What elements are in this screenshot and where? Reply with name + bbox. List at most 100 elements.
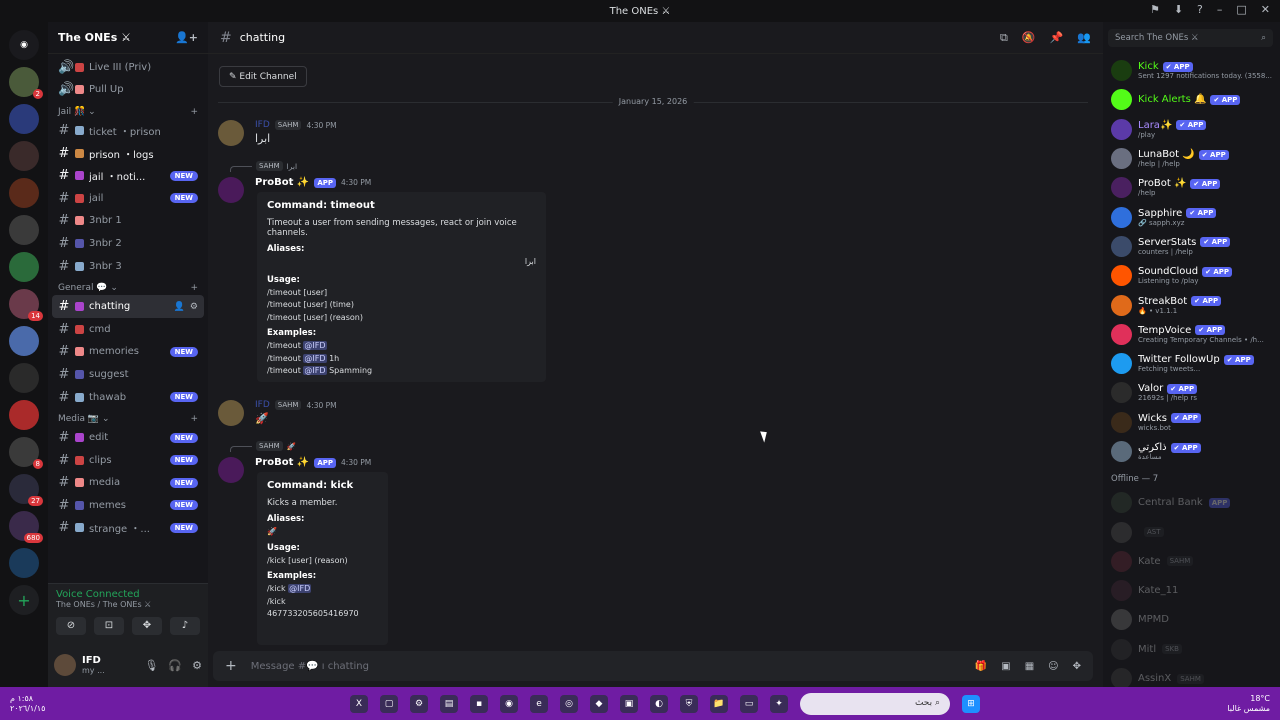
- channel-item[interactable]: 🔊 Pull Up: [52, 79, 204, 102]
- settings-icon[interactable]: ⚙: [410, 694, 428, 713]
- soundboard-button[interactable]: ♪: [170, 617, 200, 635]
- author-name[interactable]: IFD: [255, 400, 270, 410]
- channel-item[interactable]: # media NEW: [52, 472, 204, 495]
- search-input[interactable]: Search The ONEs ⚔ ⌕: [1108, 29, 1273, 47]
- channel-category[interactable]: Jail 🎊 ⌄ +: [52, 101, 204, 119]
- member-item[interactable]: SoundCloud ✔ APP Listening to /play: [1111, 261, 1272, 290]
- message-input[interactable]: Message #💬 ı chatting: [251, 661, 369, 672]
- channel-item[interactable]: # cmd: [52, 318, 204, 341]
- server-icon[interactable]: 14: [9, 289, 43, 321]
- server-icon[interactable]: [9, 326, 39, 356]
- member-item[interactable]: Wicks ✔ APP wicks.bot: [1111, 408, 1272, 437]
- download-icon[interactable]: ⬇: [1174, 3, 1183, 16]
- member-item-offline[interactable]: MPMD: [1111, 605, 1272, 634]
- taskbar-clock[interactable]: ١:٥٨ م ٢٠٢٦/١/١٥: [10, 694, 45, 714]
- weather-widget[interactable]: 18°C مشمس غالبا: [1227, 694, 1270, 714]
- author-name[interactable]: IFD: [255, 120, 270, 130]
- server-icon[interactable]: 680: [9, 511, 43, 543]
- user-mention[interactable]: @IFD: [288, 584, 312, 593]
- channel-item[interactable]: # memes NEW: [52, 494, 204, 517]
- mic-icon[interactable]: 🎙: [144, 659, 158, 672]
- help-icon[interactable]: ?: [1197, 3, 1203, 16]
- channel-item[interactable]: # thawab NEW: [52, 386, 204, 409]
- channel-item[interactable]: # ticket ・prison: [52, 119, 204, 142]
- avatar[interactable]: [218, 120, 244, 146]
- member-item[interactable]: LunaBot 🌙 ✔ APP/help | /help: [1111, 144, 1272, 173]
- folder-icon[interactable]: 📁: [710, 694, 728, 713]
- gif-icon[interactable]: ▣: [1001, 661, 1010, 672]
- notification-bell-icon[interactable]: 🔕: [1022, 31, 1036, 45]
- channel-item[interactable]: # strange ・... NEW: [52, 517, 204, 540]
- edge-icon[interactable]: e: [530, 694, 548, 713]
- add-channel-icon[interactable]: +: [190, 107, 198, 117]
- app-icon[interactable]: ◐: [650, 694, 668, 713]
- store-icon[interactable]: ▤: [440, 694, 458, 713]
- member-item-offline[interactable]: Mitl SKB: [1111, 635, 1272, 664]
- app-icon[interactable]: ✦: [770, 694, 788, 713]
- channel-item[interactable]: # suggest: [52, 363, 204, 386]
- apps-icon[interactable]: ✥: [1073, 661, 1081, 672]
- inbox-icon[interactable]: ⚑: [1150, 3, 1160, 16]
- screen-share-button[interactable]: ⊡: [94, 617, 124, 635]
- channel-item[interactable]: #3nbr 2: [52, 232, 204, 255]
- channel-category[interactable]: Media 📷 ⌄ +: [52, 408, 204, 426]
- user-mention[interactable]: @IFD: [303, 341, 327, 350]
- invite-icon[interactable]: 👤+: [175, 31, 198, 44]
- taskbar-search[interactable]: بحث ⌕: [800, 692, 950, 715]
- channel-item[interactable]: # prison ・logs: [52, 142, 204, 165]
- settings-gear-icon[interactable]: ⚙: [192, 659, 202, 672]
- camera-off-button[interactable]: ⊘: [56, 617, 86, 635]
- sticker-icon[interactable]: ▦: [1025, 661, 1034, 672]
- discord-home-icon[interactable]: ◉: [9, 30, 39, 60]
- minimize-icon[interactable]: –: [1217, 3, 1223, 16]
- channel-item[interactable]: # memories NEW: [52, 341, 204, 364]
- excel-icon[interactable]: X: [350, 694, 368, 713]
- server-icon[interactable]: 2: [9, 67, 43, 99]
- voice-location[interactable]: The ONEs / The ONEs ⚔: [56, 600, 200, 609]
- server-icon[interactable]: 8: [9, 437, 43, 469]
- server-icon[interactable]: [9, 252, 39, 282]
- threads-icon[interactable]: ⧉: [1000, 31, 1008, 45]
- member-item[interactable]: ProBot ✨ ✔ APP/help: [1111, 173, 1272, 202]
- channel-item[interactable]: # edit NEW: [52, 426, 204, 449]
- member-item[interactable]: StreakBot ✔ APP 🔥 • v1.1.1: [1111, 290, 1272, 319]
- channel-item[interactable]: #3nbr 1: [52, 210, 204, 233]
- add-channel-icon[interactable]: +: [190, 283, 198, 293]
- member-item[interactable]: Sapphire ✔ APP 🔗 sapph.xyz: [1111, 202, 1272, 231]
- member-item[interactable]: Valor ✔ APP 21692s | /help rs: [1111, 378, 1272, 407]
- maximize-icon[interactable]: □: [1236, 3, 1246, 16]
- activities-button[interactable]: ✥: [132, 617, 162, 635]
- probot-avatar[interactable]: [218, 457, 244, 483]
- reply-preview[interactable]: SAHM ابرا: [230, 160, 297, 172]
- app-icon[interactable]: ▭: [740, 694, 758, 713]
- channel-item[interactable]: # jail NEW: [52, 187, 204, 210]
- close-icon[interactable]: ✕: [1261, 3, 1270, 16]
- discord-icon[interactable]: ◆: [590, 694, 608, 713]
- server-icon[interactable]: [9, 104, 39, 134]
- server-icon[interactable]: [9, 548, 39, 578]
- channel-item[interactable]: 🔊 Live III (Priv): [52, 56, 204, 79]
- windows-start-icon[interactable]: ⊞: [962, 694, 980, 713]
- add-attachment-icon[interactable]: +: [225, 658, 237, 674]
- member-item-offline[interactable]: Kate SAHM: [1111, 547, 1272, 576]
- pin-icon[interactable]: 📌: [1050, 31, 1064, 45]
- member-item[interactable]: Kick Alerts 🔔 ✔ APP: [1111, 85, 1272, 114]
- settings-gear-icon[interactable]: ⚙: [190, 302, 198, 312]
- member-item-offline[interactable]: Kate_11: [1111, 576, 1272, 605]
- member-item-offline[interactable]: AssinX SAHM: [1111, 664, 1272, 687]
- member-item-offline[interactable]: Central Bank APP: [1111, 488, 1272, 517]
- chrome-icon[interactable]: ◎: [560, 694, 578, 713]
- channel-item[interactable]: # chatting 👤 ⚙: [52, 295, 204, 318]
- channel-item[interactable]: # clips NEW: [52, 449, 204, 472]
- server-icon[interactable]: [9, 363, 39, 393]
- member-list-icon[interactable]: 👥: [1077, 31, 1091, 45]
- app-icon[interactable]: ▪: [470, 694, 488, 713]
- server-header[interactable]: The ONEs ⚔ 👤+: [48, 22, 208, 54]
- avatar[interactable]: [218, 400, 244, 426]
- member-item[interactable]: Kick ✔ APP Sent 1297 notifications today. …: [1111, 56, 1272, 85]
- edit-channel-button[interactable]: ✎ Edit Channel: [219, 66, 307, 87]
- server-icon[interactable]: 27: [9, 474, 43, 506]
- probot-avatar[interactable]: [218, 177, 244, 203]
- server-icon[interactable]: [9, 400, 39, 430]
- server-icon[interactable]: [9, 141, 39, 171]
